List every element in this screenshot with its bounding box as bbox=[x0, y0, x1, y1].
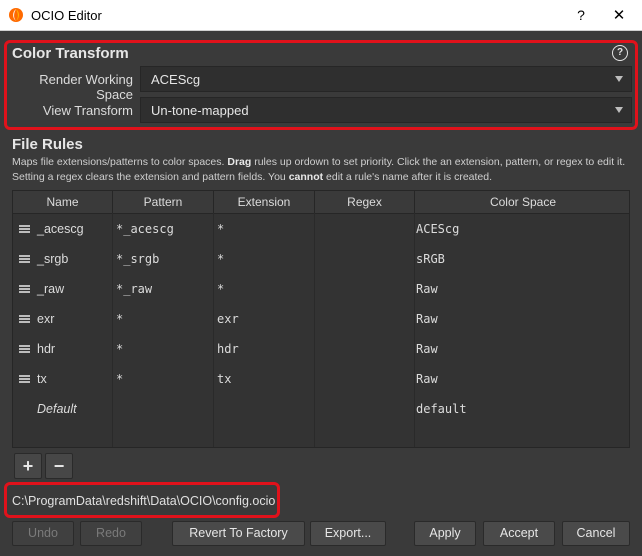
close-button[interactable]: ✕ bbox=[596, 6, 642, 24]
revert-to-factory-button[interactable]: Revert To Factory bbox=[172, 521, 305, 546]
rule-extension[interactable]: tx bbox=[217, 364, 231, 394]
rule-color-space[interactable]: sRGB bbox=[416, 244, 445, 274]
table-row[interactable]: tx * tx Raw bbox=[13, 364, 629, 394]
rule-color-space[interactable]: Raw bbox=[416, 334, 438, 364]
render-working-space-select[interactable]: ACEScg bbox=[140, 66, 632, 92]
chevron-down-icon bbox=[615, 107, 623, 113]
window-title: OCIO Editor bbox=[31, 7, 102, 23]
table-row[interactable]: _srgb *_srgb * sRGB bbox=[13, 244, 629, 274]
rule-pattern[interactable]: * bbox=[116, 304, 123, 334]
rule-extension[interactable]: * bbox=[217, 274, 224, 304]
file-rules-table: Name Pattern Extension Regex Color Space… bbox=[12, 190, 630, 448]
rule-name: _acescg bbox=[37, 222, 84, 236]
chevron-down-icon bbox=[615, 76, 623, 82]
rule-extension[interactable]: * bbox=[217, 244, 224, 274]
rule-color-space[interactable]: Raw bbox=[416, 364, 438, 394]
title-bar: OCIO Editor ? ✕ bbox=[0, 0, 642, 31]
drag-handle-icon[interactable] bbox=[19, 345, 30, 353]
table-row-default[interactable]: Default default bbox=[13, 394, 629, 424]
rule-extension[interactable]: exr bbox=[217, 304, 239, 334]
rule-name: tx bbox=[37, 372, 47, 386]
rule-pattern[interactable]: * bbox=[116, 364, 123, 394]
column-header-color-space[interactable]: Color Space bbox=[415, 191, 631, 213]
view-transform-value: Un-tone-mapped bbox=[151, 102, 249, 118]
file-rules-title: File Rules bbox=[12, 136, 83, 153]
column-header-regex[interactable]: Regex bbox=[315, 191, 415, 213]
rule-color-space[interactable]: ACEScg bbox=[416, 214, 459, 244]
drag-handle-icon[interactable] bbox=[19, 285, 30, 293]
rule-extension[interactable]: * bbox=[217, 214, 224, 244]
houdini-app-icon bbox=[9, 8, 23, 22]
accept-button[interactable]: Accept bbox=[483, 521, 555, 546]
undo-button[interactable]: Undo bbox=[12, 521, 74, 546]
table-header: Name Pattern Extension Regex Color Space bbox=[13, 191, 629, 214]
redo-button[interactable]: Redo bbox=[80, 521, 142, 546]
rule-extension[interactable]: hdr bbox=[217, 334, 239, 364]
drag-handle-icon[interactable] bbox=[19, 255, 30, 263]
rule-pattern[interactable]: *_srgb bbox=[116, 244, 159, 274]
color-transform-title: Color Transform bbox=[12, 45, 129, 62]
render-working-space-value: ACEScg bbox=[151, 71, 201, 87]
drag-handle-icon[interactable] bbox=[19, 375, 30, 383]
add-rule-button[interactable]: + bbox=[14, 453, 42, 479]
rule-pattern[interactable]: *_acescg bbox=[116, 214, 174, 244]
config-path: C:\ProgramData\redshift\Data\OCIO\config… bbox=[12, 494, 276, 508]
export-button[interactable]: Export... bbox=[310, 521, 386, 546]
rule-name: exr bbox=[37, 312, 55, 326]
cancel-button[interactable]: Cancel bbox=[562, 521, 630, 546]
rule-name: _raw bbox=[37, 282, 65, 296]
render-working-space-label: Render Working Space bbox=[39, 72, 133, 102]
rule-name: hdr bbox=[37, 342, 56, 356]
remove-rule-button[interactable]: − bbox=[45, 453, 73, 479]
file-rules-description: Maps file extensions/patterns to color s… bbox=[12, 156, 626, 183]
rule-color-space[interactable]: Raw bbox=[416, 274, 438, 304]
rule-name: Default bbox=[37, 402, 77, 416]
column-header-pattern[interactable]: Pattern bbox=[113, 191, 214, 213]
apply-button[interactable]: Apply bbox=[414, 521, 476, 546]
column-header-name[interactable]: Name bbox=[13, 191, 113, 213]
view-transform-select[interactable]: Un-tone-mapped bbox=[140, 97, 632, 123]
rule-pattern[interactable]: * bbox=[116, 334, 123, 364]
drag-handle-icon[interactable] bbox=[19, 225, 30, 233]
table-row[interactable]: _acescg *_acescg * ACEScg bbox=[13, 214, 629, 244]
help-button[interactable]: ? bbox=[566, 7, 596, 23]
help-icon[interactable]: ? bbox=[612, 45, 628, 61]
rule-pattern[interactable]: *_raw bbox=[116, 274, 152, 304]
table-row[interactable]: hdr * hdr Raw bbox=[13, 334, 629, 364]
view-transform-label: View Transform bbox=[42, 103, 133, 118]
drag-handle-icon[interactable] bbox=[19, 315, 30, 323]
rule-color-space[interactable]: default bbox=[416, 394, 467, 424]
rule-name: _srgb bbox=[37, 252, 69, 266]
table-row[interactable]: exr * exr Raw bbox=[13, 304, 629, 334]
rule-color-space[interactable]: Raw bbox=[416, 304, 438, 334]
table-row[interactable]: _raw *_raw * Raw bbox=[13, 274, 629, 304]
column-header-extension[interactable]: Extension bbox=[214, 191, 315, 213]
